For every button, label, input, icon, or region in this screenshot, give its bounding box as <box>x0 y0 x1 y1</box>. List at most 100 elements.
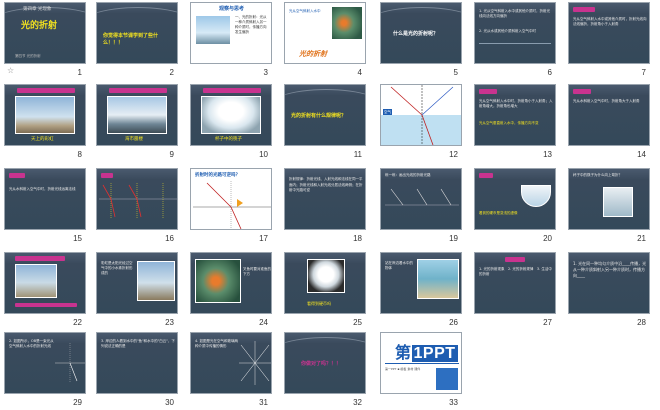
question-diagram-2 <box>239 341 271 385</box>
decor-arc <box>381 7 461 47</box>
slide-20-preview: 看到的硬币是变浅的虚像 <box>474 168 556 230</box>
bridge-photo <box>195 15 231 45</box>
slide-1-header: 第四章 光现象 <box>23 7 52 12</box>
slide-thumb-10[interactable]: 杯子中的筷子 10 <box>190 84 272 164</box>
slide-thumb-30[interactable]: 3. 岸边的人看到水中的"鱼"和水中的"白云"，下列说法正确的是 30 <box>96 332 178 410</box>
slide-thumb-28[interactable]: 1. 光在同一种均匀介质中沿____传播，光从一种介质斜射入另一种介质时，传播方… <box>568 252 650 332</box>
slide-number: 31 <box>259 398 268 407</box>
slide-thumb-6[interactable]: 1. 光从空气斜射入水中或其他介质时，折射光线向法线方向偏折 2. 光从水或其他… <box>474 2 556 82</box>
slide-sorter-grid: 第四章 光现象 光的折射 第四节 光的折射 ☆ 1 你觉得本节课学到了些什么！！… <box>0 0 660 410</box>
slide-8-caption: 天上的彩虹 <box>31 137 54 142</box>
slide-4-title: 光的折射 <box>299 50 327 58</box>
slide-24-body: 叉鱼时要对准鱼的下方 <box>243 267 271 276</box>
slide-33-preview: 第 1PPT 第一PPT ▪ 模板 素材 课件 <box>380 332 462 394</box>
slide-8-preview: 天上的彩虹 <box>4 84 86 146</box>
slide-number: 22 <box>73 318 82 327</box>
bowl-coin-photo <box>307 259 345 293</box>
slide-1-preview: 第四章 光现象 光的折射 第四节 光的折射 <box>4 2 86 64</box>
heading-bar <box>203 88 261 93</box>
slide-number: 2 <box>169 68 174 77</box>
slide-3-preview: 观察与思考 一、光的折射：光从一种介质斜射入另一种介质时，传播方向发生偏折 <box>190 2 272 64</box>
slide-number: 15 <box>73 234 82 243</box>
slide-thumb-24[interactable]: 叉鱼时要对准鱼的下方 24 <box>190 252 272 332</box>
slide-thumb-21[interactable]: 杯子中的筷子为什么向上弯折？ 21 <box>568 168 650 248</box>
slide-14-preview: 光从水斜射入空气中时，折射角大于入射角 <box>568 84 650 146</box>
heading-bar <box>15 256 65 261</box>
slide-1-footer: 第四节 光的折射 <box>15 54 41 58</box>
slide-thumb-31[interactable]: 4. 如图是光在空气和玻璃两种介质中传播的情形 31 <box>190 332 272 410</box>
slide-thumb-19[interactable]: 练一练：画出光线的折射光路 19 <box>380 168 462 248</box>
slide-thumb-29[interactable]: 2. 如图所示，OB是一束光从空气斜射入水中的折射光线 29 <box>4 332 86 410</box>
slide-number: 33 <box>449 398 458 407</box>
slide-3-body: 一、光的折射：光从一种介质斜射入另一种介质时，传播方向发生偏折 <box>235 15 267 34</box>
slide-thumb-17[interactable]: 折射时的光路可逆吗？ 17 <box>190 168 272 248</box>
animation-star-icon: ☆ <box>7 66 15 75</box>
slide-thumb-15[interactable]: 光从水斜射入空气中时，折射光线远离法线 15 <box>4 168 86 248</box>
slide-thumb-14[interactable]: 光从水斜射入空气中时，折射角大于入射角 14 <box>568 84 650 164</box>
brand-name: 1PPT <box>411 345 458 362</box>
slide-thumb-2[interactable]: 你觉得本节课学到了些什么！！！ 2 <box>96 2 178 82</box>
slide-number: 7 <box>641 68 646 77</box>
slide-4-preview: 光从空气斜射入水中 光的折射 <box>284 2 366 64</box>
slide-13-body-2: 光从空气垂直射入水中，传播方向不变 <box>479 121 539 125</box>
rainbow-photo <box>15 96 75 134</box>
slide-number: 9 <box>169 150 174 159</box>
brand-prefix: 第 <box>395 345 412 362</box>
cup-chopstick-photo <box>603 187 633 217</box>
slide-4-body: 光从空气斜射入水中 <box>289 9 321 13</box>
slide-thumb-8[interactable]: 天上的彩虹 8 <box>4 84 86 164</box>
slide-thumb-26[interactable]: 站在岸边看水中的物体 26 <box>380 252 462 332</box>
slide-thumb-12[interactable]: 空气 12 <box>380 84 462 164</box>
slide-thumb-25[interactable]: 看得到硬币吗 25 <box>284 252 366 332</box>
slide-number: 4 <box>357 68 362 77</box>
heading-bar <box>479 173 493 178</box>
slide-27-preview: 1. 光的折射现象 2. 光的折射规律 3. 生活中的折射 <box>474 252 556 314</box>
slide-11-title: 光的折射有什么规律呢？ <box>291 113 347 119</box>
slide-thumb-11[interactable]: 光的折射有什么规律呢？ 11 <box>284 84 366 164</box>
slide-thumb-7[interactable]: 光从空气斜射入水中或其他介质时，折射光线向法线偏折，折射角小于入射角 7 <box>568 2 650 82</box>
slide-thumb-3[interactable]: 观察与思考 一、光的折射：光从一种介质斜射入另一种介质时，传播方向发生偏折 3 <box>190 2 272 82</box>
cup-photo <box>201 96 261 134</box>
rainbow-photo-3 <box>137 261 175 301</box>
slide-25-preview: 看得到硬币吗 <box>284 252 366 314</box>
slide-thumb-20[interactable]: 看到的硬币是变浅的虚像 20 <box>474 168 556 248</box>
slide-number: 25 <box>353 318 362 327</box>
slide-32-title: 你做对了吗？！！ <box>301 361 342 367</box>
slide-10-caption: 杯子中的筷子 <box>215 137 242 142</box>
heading-bar <box>101 173 113 178</box>
slide-30-body: 3. 岸边的人看到水中的"鱼"和水中的"白云"，下列说法正确的是 <box>101 339 175 348</box>
slide-23-body: 彩虹是太阳光经过空气中的小水珠折射形成的 <box>101 261 133 275</box>
slide-thumb-18[interactable]: 折射规律：折射光线、入射光线和法线在同一平面内；折射光线和入射光线分居法线两侧；… <box>284 168 366 248</box>
slide-19-preview: 练一练：画出光线的折射光路 <box>380 168 462 230</box>
slide-number: 27 <box>543 318 552 327</box>
slide-thumb-13[interactable]: 光从空气斜射入水中时，折射角小于入射角；入射角增大，折射角也增大 光从空气垂直射… <box>474 84 556 164</box>
slide-7-preview: 光从空气斜射入水中或其他介质时，折射光线向法线偏折，折射角小于入射角 <box>568 2 650 64</box>
slide-17-preview: 折射时的光路可逆吗？ <box>190 168 272 230</box>
slide-thumb-16[interactable]: 16 <box>96 168 178 248</box>
caption-bar <box>15 303 77 307</box>
slide-number: 21 <box>637 234 646 243</box>
slide-number: 6 <box>547 68 552 77</box>
slide-thumb-1[interactable]: 第四章 光现象 光的折射 第四节 光的折射 ☆ 1 <box>4 2 86 82</box>
slide-number: 19 <box>449 234 458 243</box>
slide-12-preview: 空气 <box>380 84 462 146</box>
mirage-photo <box>107 96 167 134</box>
slide-number: 17 <box>259 234 268 243</box>
slide-number: 8 <box>77 150 82 159</box>
slide-thumb-4[interactable]: 光从空气斜射入水中 光的折射 4 <box>284 2 366 82</box>
brand-divider <box>385 363 459 364</box>
slide-thumb-5[interactable]: 什么是光的折射呢？ 5 <box>380 2 462 82</box>
slide-thumb-32[interactable]: 你做对了吗？！！ 32 <box>284 332 366 410</box>
slide-thumb-23[interactable]: 彩虹是太阳光经过空气中的小水珠折射形成的 23 <box>96 252 178 332</box>
slide-16-preview <box>96 168 178 230</box>
heading-bar <box>109 88 167 93</box>
slide-thumb-9[interactable]: 海市蜃楼 9 <box>96 84 178 164</box>
slide-thumb-27[interactable]: 1. 光的折射现象 2. 光的折射规律 3. 生活中的折射 27 <box>474 252 556 332</box>
slide-3-title: 观察与思考 <box>219 6 245 12</box>
heading-bar <box>479 89 497 94</box>
slide-thumb-33[interactable]: 第 1PPT 第一PPT ▪ 模板 素材 课件 33 <box>380 332 462 410</box>
slide-number: 20 <box>543 234 552 243</box>
fish-photo-2 <box>195 259 241 303</box>
slide-17-title: 折射时的光路可逆吗？ <box>195 173 240 178</box>
slide-thumb-22[interactable]: 22 <box>4 252 86 332</box>
